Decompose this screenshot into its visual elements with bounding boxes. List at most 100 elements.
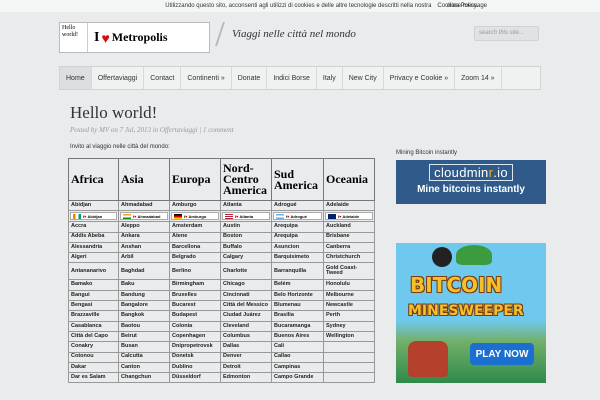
table-cell[interactable]: Charlotte (220, 262, 272, 281)
table-cell[interactable]: Newcastle (323, 300, 375, 312)
table-cell[interactable]: I ♥ Adrogué (271, 210, 324, 223)
table-cell[interactable]: Dnipropetrovsk (169, 341, 221, 353)
play-now-button[interactable]: PLAY NOW (470, 343, 534, 365)
table-cell[interactable]: Bengasi (68, 300, 119, 312)
table-cell[interactable]: Canberra (323, 241, 375, 254)
table-cell[interactable]: Cotonou (68, 351, 119, 363)
post-title[interactable]: Hello world! (70, 103, 157, 123)
city-banner[interactable]: I ♥ Atlanta (222, 212, 270, 221)
table-cell[interactable]: Belo Horizonte (271, 289, 324, 302)
table-cell[interactable]: Asuncion (271, 241, 324, 254)
nav-item-continenti[interactable]: Continenti » (181, 67, 232, 89)
table-cell[interactable]: Arequipa (271, 231, 324, 243)
nav-item-indici-borse[interactable]: Indici Borse (267, 67, 317, 89)
table-cell[interactable]: Barcellona (169, 241, 221, 254)
table-cell[interactable]: Dallas (220, 341, 272, 353)
nav-item-zoom[interactable]: Zoom 14 » (455, 67, 502, 89)
nav-item-new-city[interactable]: New City (343, 67, 384, 89)
table-cell[interactable]: Bamako (68, 279, 119, 291)
table-cell[interactable]: Berlino (169, 262, 221, 281)
table-cell[interactable]: Dublino (169, 361, 221, 374)
table-cell[interactable]: Conakry (68, 341, 119, 353)
table-cell[interactable]: Bucarest (169, 300, 221, 312)
table-cell[interactable]: Atene (169, 231, 221, 243)
site-logo[interactable]: Hello world! I ♥ Metropolis (59, 22, 210, 53)
table-cell[interactable]: Wellington (323, 330, 375, 343)
table-cell[interactable]: Gold Coast-Tweed (323, 262, 375, 281)
table-cell[interactable]: Baku (118, 279, 170, 291)
table-cell[interactable]: Austin (220, 221, 272, 233)
table-cell[interactable]: Ankara (118, 231, 170, 243)
table-cell[interactable]: Beirut (118, 330, 170, 343)
nav-item-contact[interactable]: Contact (144, 67, 182, 89)
table-cell[interactable]: Düsseldorf (169, 372, 221, 384)
city-banner[interactable]: I ♥ Adelaide (325, 212, 373, 221)
table-cell[interactable]: Bucaramanga (271, 320, 324, 332)
table-cell[interactable]: Christchurch (323, 252, 375, 264)
table-cell[interactable]: Buffalo (220, 241, 272, 254)
nav-item-home[interactable]: Home (60, 67, 92, 89)
table-cell[interactable]: Antananarivo (68, 262, 119, 281)
table-cell[interactable]: Arequipa (271, 221, 324, 233)
table-cell[interactable]: Campo Grande (271, 372, 324, 384)
table-cell[interactable]: Denver (220, 351, 272, 363)
table-cell[interactable]: Perth (323, 310, 375, 322)
table-cell[interactable]: Brasilia (271, 310, 324, 322)
table-cell[interactable]: Dar es Salam (68, 372, 119, 384)
table-cell[interactable]: Honolulu (323, 279, 375, 291)
table-cell[interactable]: Bruxelles (169, 289, 221, 302)
nav-item-offertaviaggi[interactable]: Offertaviaggi (92, 67, 145, 89)
table-cell[interactable]: Casablanca (68, 320, 119, 332)
table-cell[interactable]: Bangui (68, 289, 119, 302)
bitcoin-minesweeper-ad[interactable]: BITCOIN MINESWEEPER PLAY NOW (396, 243, 546, 383)
table-cell[interactable]: Amsterdam (169, 221, 221, 233)
city-banner[interactable]: I ♥ Adrogué (273, 212, 322, 221)
table-cell[interactable]: Città del Capo (68, 330, 119, 343)
table-cell[interactable]: Belgrado (169, 252, 221, 264)
table-cell[interactable]: Algeri (68, 252, 119, 264)
nav-item-privacy[interactable]: Privacy e Cookie » (384, 67, 456, 89)
table-cell[interactable]: I ♥ Abidjan (68, 210, 119, 223)
city-banner[interactable]: I ♥ Amburgo (171, 212, 219, 221)
table-cell[interactable]: Cincinnati (220, 289, 272, 302)
table-cell[interactable]: Auckland (323, 221, 375, 233)
table-cell[interactable]: Calcutta (118, 351, 170, 363)
table-cell[interactable]: Addis Abeba (68, 231, 119, 243)
table-cell[interactable]: Ahmadabad (118, 199, 170, 212)
table-cell[interactable]: Barranquilla (271, 262, 324, 281)
table-cell[interactable]: Birmingham (169, 279, 221, 291)
nav-item-donate[interactable]: Donate (232, 67, 268, 89)
nav-item-italy[interactable]: Italy (317, 67, 343, 89)
table-cell[interactable]: Aleppo (118, 221, 170, 233)
table-cell[interactable]: Alessandria (68, 241, 119, 254)
table-cell[interactable]: Copenhagen (169, 330, 221, 343)
table-cell[interactable]: Chicago (220, 279, 272, 291)
table-cell[interactable]: Callao (271, 351, 324, 363)
table-cell[interactable]: Ciudad Juárez (220, 310, 272, 322)
table-cell[interactable]: Belém (271, 279, 324, 291)
table-cell[interactable]: Baghdad (118, 262, 170, 281)
table-cell[interactable]: Baotou (118, 320, 170, 332)
table-cell[interactable]: Anshan (118, 241, 170, 254)
table-cell[interactable]: Canton (118, 361, 170, 374)
close-message-link[interactable]: close message (447, 3, 487, 9)
table-cell[interactable]: Cleveland (220, 320, 272, 332)
cloudminr-ad[interactable]: cloudmin r .io Mine bitcoins instantly (396, 160, 546, 204)
table-cell[interactable]: Edmonton (220, 372, 272, 384)
table-cell[interactable]: Melbourne (323, 289, 375, 302)
table-cell[interactable]: Bangkok (118, 310, 170, 322)
table-cell[interactable]: I ♥ Amburgo (169, 210, 221, 223)
table-cell[interactable]: Campinas (271, 361, 324, 374)
table-cell[interactable]: Boston (220, 231, 272, 243)
table-cell[interactable]: Calgary (220, 252, 272, 264)
table-cell[interactable]: Bandung (118, 289, 170, 302)
city-banner[interactable]: I ♥ Abidjan (70, 212, 117, 221)
table-cell[interactable]: Detroit (220, 361, 272, 374)
table-cell[interactable]: Barquisimeto (271, 252, 324, 264)
table-cell[interactable]: I ♥ Adelaide (323, 210, 375, 223)
city-banner[interactable]: I ♥ Ahmadabad (120, 212, 168, 221)
table-cell[interactable]: Buenos Aires (271, 330, 324, 343)
table-cell[interactable]: Amburgo (169, 199, 221, 212)
table-cell[interactable]: Brazzaville (68, 310, 119, 322)
table-cell[interactable]: Budapest (169, 310, 221, 322)
